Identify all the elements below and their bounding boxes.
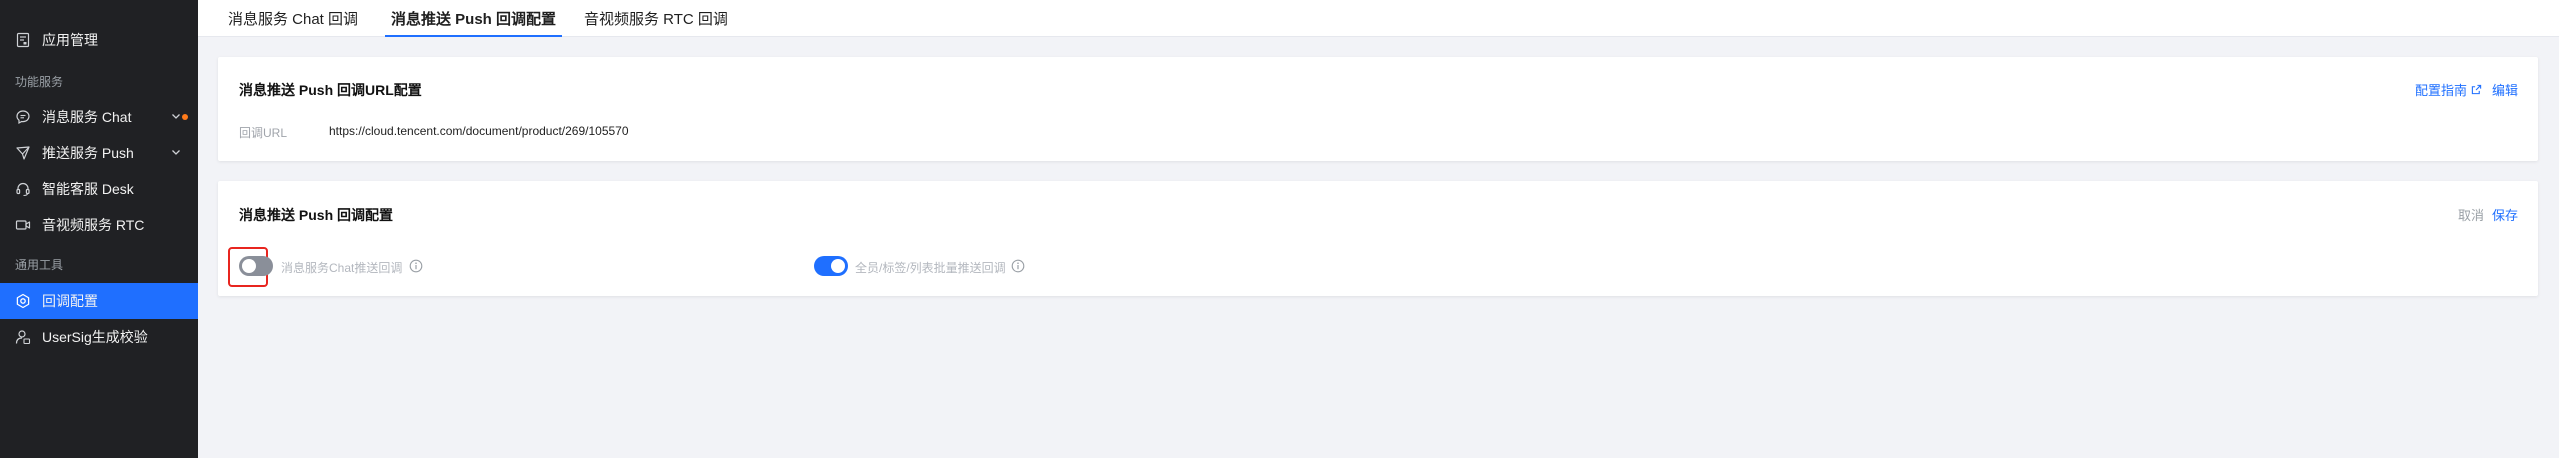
toggle-knob [831, 259, 845, 273]
push-send-icon [15, 145, 31, 161]
sidebar-item-label: 消息服务 Chat [42, 109, 132, 125]
sidebar-item-rtc[interactable]: 音视频服务 RTC [0, 207, 198, 243]
tab-rtc-callback[interactable]: 音视频服务 RTC 回调 [584, 0, 728, 37]
info-icon[interactable] [409, 259, 423, 273]
save-button[interactable]: 保存 [2492, 205, 2518, 224]
sidebar-item-label: 智能客服 Desk [42, 181, 134, 197]
video-camera-icon [15, 217, 31, 233]
toggle-knob [242, 259, 256, 273]
callback-url-value: https://cloud.tencent.com/document/produ… [329, 124, 629, 138]
sidebar-item-label: 音视频服务 RTC [42, 217, 145, 233]
sidebar-item-label: 应用管理 [42, 32, 98, 48]
info-icon[interactable] [1011, 259, 1025, 273]
config-guide-label: 配置指南 [2414, 83, 2467, 98]
card-title: 消息推送 Push 回调配置 [239, 207, 394, 223]
app-list-icon [15, 32, 31, 48]
callback-url-card: 消息推送 Push 回调URL配置 配置指南 编辑 回调URL https://… [218, 57, 2538, 161]
sidebar-item-label: 推送服务 Push [42, 145, 134, 161]
callback-url-label: 回调URL [239, 126, 288, 140]
external-link-icon [2471, 84, 2482, 95]
chat-push-callback-toggle[interactable] [239, 256, 273, 276]
config-guide-link[interactable]: 配置指南 [2415, 80, 2482, 99]
headset-icon [15, 181, 31, 197]
sidebar-item-label: 回调配置 [42, 293, 98, 309]
sidebar-item-usersig[interactable]: UserSig生成校验 [0, 319, 198, 355]
sidebar-item-desk[interactable]: 智能客服 Desk [0, 171, 198, 207]
user-key-icon [15, 329, 31, 345]
batch-push-callback-label: 全员/标签/列表批量推送回调 [855, 261, 1006, 275]
tab-bar: 消息服务 Chat 回调 消息推送 Push 回调配置 音视频服务 RTC 回调 [198, 0, 2559, 37]
card-title: 消息推送 Push 回调URL配置 [239, 82, 422, 98]
sidebar-group-features: 功能服务 [15, 75, 64, 89]
chevron-down-icon [172, 114, 180, 119]
sidebar-item-label: UserSig生成校验 [42, 329, 148, 345]
sidebar: 应用管理 功能服务 消息服务 Chat 推送服务 Push 智能客服 Desk … [0, 0, 198, 458]
push-callback-config-card: 消息推送 Push 回调配置 取消 保存 消息服务Chat推送回调 全员/标签/… [218, 181, 2538, 296]
tab-push-callback[interactable]: 消息推送 Push 回调配置 [384, 0, 563, 37]
sidebar-item-app-management[interactable]: 应用管理 [0, 22, 198, 58]
notification-dot [182, 114, 188, 120]
sidebar-item-chat[interactable]: 消息服务 Chat [0, 99, 198, 135]
sidebar-group-tools: 通用工具 [15, 258, 64, 272]
gear-icon [15, 293, 31, 309]
chevron-down-icon [172, 150, 180, 155]
tab-chat-callback[interactable]: 消息服务 Chat 回调 [228, 0, 358, 37]
chat-bubble-icon [15, 109, 31, 125]
sidebar-item-callback-config[interactable]: 回调配置 [0, 283, 198, 319]
edit-link[interactable]: 编辑 [2492, 80, 2518, 99]
cancel-button[interactable]: 取消 [2458, 205, 2484, 224]
sidebar-item-push[interactable]: 推送服务 Push [0, 135, 198, 171]
batch-push-callback-toggle[interactable] [814, 256, 848, 276]
chat-push-callback-label: 消息服务Chat推送回调 [281, 261, 403, 275]
